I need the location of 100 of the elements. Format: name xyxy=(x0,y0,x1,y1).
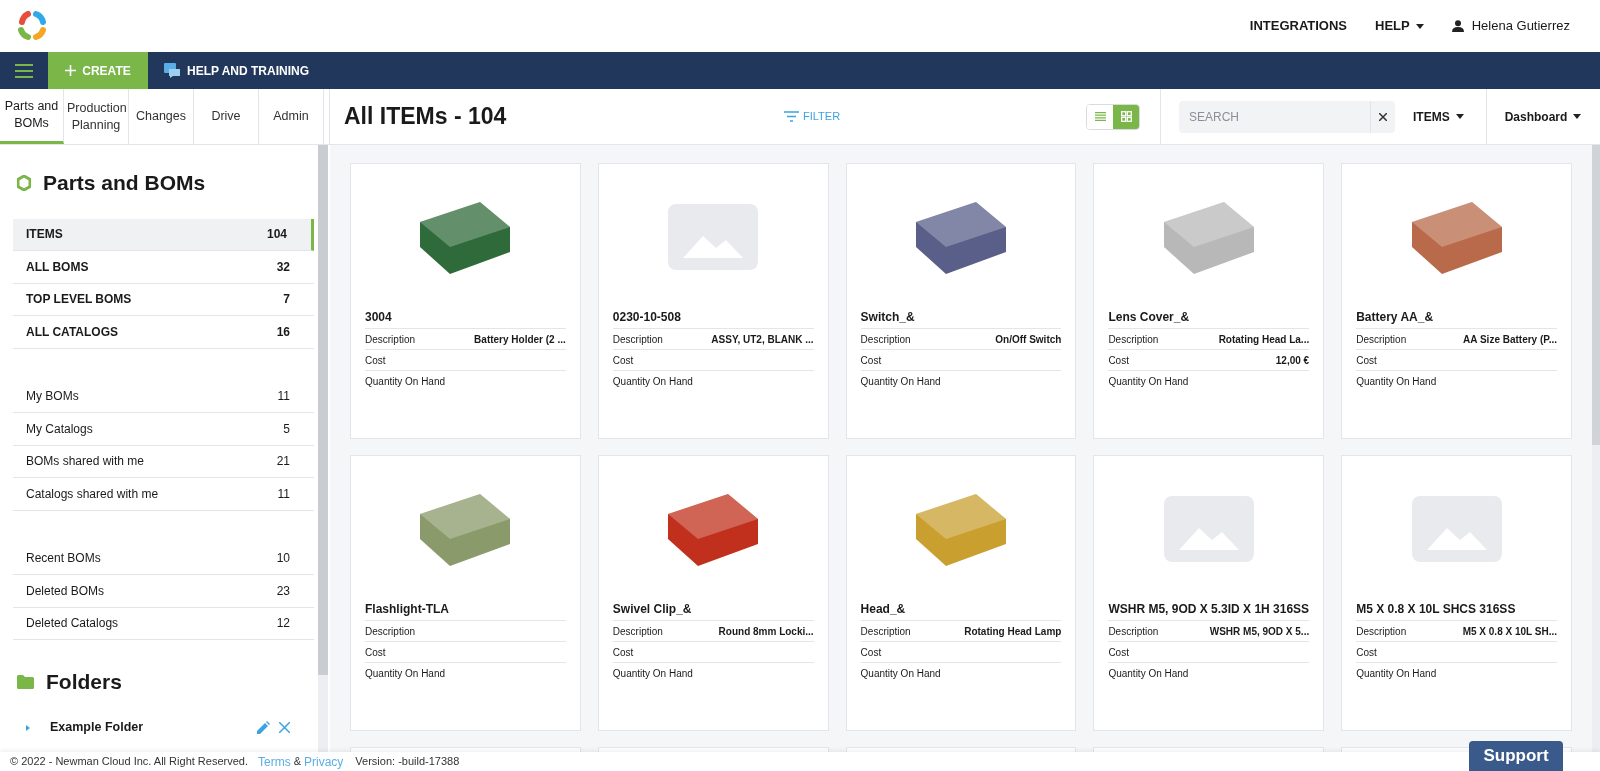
field-label: Cost xyxy=(612,645,634,660)
card-title: Flashlight-TLA xyxy=(365,601,450,618)
field-label: Cost xyxy=(612,353,634,368)
field-value: Rotating Head La... xyxy=(1218,332,1310,347)
field-label: Quantity On Hand xyxy=(1108,666,1189,681)
field-label: Cost xyxy=(1356,645,1377,660)
field-label: Quantity On Hand xyxy=(1356,374,1437,389)
dashboard-dropdown[interactable]: Dashboard xyxy=(1504,107,1582,126)
menu-icon xyxy=(15,63,33,78)
field-value: Round 8mm Locki... xyxy=(718,624,814,639)
chat-icon xyxy=(164,63,181,78)
caret-right-icon xyxy=(26,724,30,731)
item-card[interactable]: Switch_& Description On/Off Switch Cost Quantity On Hand xyxy=(845,163,1077,439)
help-and-training-button[interactable]: HELP AND TRAINING xyxy=(148,52,325,89)
support-button[interactable]: Support xyxy=(1469,741,1563,771)
field-label: Description xyxy=(365,624,416,639)
field-value: Battery Holder (2 ... xyxy=(474,332,566,347)
field-label: Description xyxy=(1356,332,1407,347)
field-label: Quantity On Hand xyxy=(365,666,446,681)
grid-view-button[interactable] xyxy=(1113,104,1139,129)
user-icon xyxy=(1451,20,1464,32)
sidebar-item[interactable]: ITEMS 104 xyxy=(13,218,314,251)
filter-icon xyxy=(784,111,799,122)
field-label: Quantity On Hand xyxy=(1356,666,1437,681)
field-label: Description xyxy=(860,624,911,639)
field-label: Cost xyxy=(365,353,386,368)
folder-icon xyxy=(17,674,34,689)
item-card[interactable]: Head_& Description Rotating Head Lamp Cost Quantity On Hand xyxy=(845,455,1077,731)
item-card[interactable]: M5 X 0.8 X 10L SHCS 316SS Description M5 X 0.8 X 10L SH... Cost Quantity On Hand xyxy=(1341,455,1572,731)
page-title: All ITEMs - 104 xyxy=(344,102,508,132)
card-title: Swivel Clip_& xyxy=(612,601,693,618)
folders-title: Folders xyxy=(46,669,122,695)
field-value: 12,00 € xyxy=(1275,353,1310,368)
item-card[interactable]: WSHR M5, 9OD X 5.3ID X 1H 316SS Description WSHR M5, 9OD X 5... Cost Quantity On Hand xyxy=(1093,455,1325,731)
field-value: M5 X 0.8 X 10L SH... xyxy=(1462,624,1557,639)
caret-icon xyxy=(1573,114,1582,119)
item-card[interactable]: 3004 Description Battery Holder (2 ... Cost Quantity On Hand xyxy=(350,163,581,439)
clear-button[interactable] xyxy=(1371,100,1395,133)
user-menu[interactable]: Helena Gutierrez xyxy=(1451,16,1570,36)
search-field[interactable]: SEARCH xyxy=(1179,100,1370,133)
field-label: Quantity On Hand xyxy=(860,666,941,681)
scrollbar[interactable] xyxy=(318,145,328,752)
item-card[interactable]: Flashlight-TLA Description Cost Quantity On Hand xyxy=(350,455,581,731)
item-card[interactable]: Battery AA_& Description AA Size Battery (P... Cost Quantity On Hand xyxy=(1341,163,1572,439)
card-title: 0230-10-508 xyxy=(612,309,682,326)
sidebar-title: Parts and BOMs xyxy=(43,170,206,196)
close-icon xyxy=(1379,112,1387,121)
field-label: Cost xyxy=(365,645,386,660)
field-label: Quantity On Hand xyxy=(612,666,693,681)
module-tab[interactable]: Changes xyxy=(129,89,194,144)
caret-icon xyxy=(1415,23,1424,29)
item-card[interactable]: Lens Cover_& Description Rotating Head La... Cost 12,00 € Quantity On Hand xyxy=(1093,163,1325,439)
field-label: Quantity On Hand xyxy=(365,374,446,389)
version-text: Version: -build-17388 xyxy=(355,754,460,770)
grid-icon xyxy=(1120,111,1132,122)
item-card[interactable]: Swivel Clip_& Description Round 8mm Locki... Cost Quantity On Hand xyxy=(597,455,829,731)
help-dropdown[interactable]: HELP xyxy=(1375,16,1424,36)
field-label: Description xyxy=(1108,332,1159,347)
field-value: ASSY, UT2, BLANK ... xyxy=(711,332,814,347)
copyright-text: © 2022 - Newman Cloud Inc. All Right Reserved. xyxy=(10,754,248,770)
hexagon-icon xyxy=(17,174,31,191)
field-label: Quantity On Hand xyxy=(860,374,941,389)
module-tab[interactable]: Drive xyxy=(194,89,259,144)
caret-icon xyxy=(1455,114,1464,119)
ampersand-text: & xyxy=(293,754,301,770)
field-label: Cost xyxy=(1108,645,1129,660)
card-title: WSHR M5, 9OD X 5.3ID X 1H 316SS xyxy=(1108,601,1310,618)
module-tab[interactable]: Parts and BOMs xyxy=(0,89,64,144)
field-value: On/Off Switch xyxy=(995,332,1062,347)
field-label: Cost xyxy=(860,645,882,660)
folder-item[interactable]: Example Folder xyxy=(50,718,257,737)
card-title: M5 X 0.8 X 10L SHCS 316SS xyxy=(1356,601,1517,618)
card-title: Switch_& xyxy=(860,309,916,326)
field-label: Description xyxy=(365,332,416,347)
field-label: Cost xyxy=(1108,353,1129,368)
module-tab[interactable]: Admin xyxy=(259,89,324,144)
scrollbar[interactable] xyxy=(1592,145,1600,752)
close-icon[interactable] xyxy=(279,722,290,733)
field-label: Quantity On Hand xyxy=(1108,374,1189,389)
integrations-link[interactable]: INTEGRATIONS xyxy=(1249,16,1348,36)
items-dropdown[interactable]: ITEMS xyxy=(1413,107,1464,126)
pencil-icon[interactable] xyxy=(257,721,270,734)
card-title: Battery AA_& xyxy=(1356,309,1435,326)
card-title: Head_& xyxy=(860,601,907,618)
field-value: AA Size Battery (P... xyxy=(1463,332,1557,347)
card-title: Lens Cover_& xyxy=(1108,309,1191,326)
field-label: Quantity On Hand xyxy=(612,374,693,389)
field-label: Description xyxy=(1108,624,1159,639)
module-tab[interactable]: Production Planning xyxy=(64,89,129,144)
field-label: Description xyxy=(612,624,663,639)
field-label: Description xyxy=(860,332,911,347)
field-label: Cost xyxy=(860,353,882,368)
list-icon xyxy=(1094,112,1106,121)
field-label: Description xyxy=(612,332,663,347)
plus-icon xyxy=(65,65,77,76)
field-value: Rotating Head Lamp xyxy=(964,624,1062,639)
field-label: Cost xyxy=(1356,353,1377,368)
card-title: 3004 xyxy=(365,309,393,326)
item-card[interactable]: 0230-10-508 Description ASSY, UT2, BLANK ... Cost Quantity On Hand xyxy=(597,163,829,439)
field-value: WSHR M5, 9OD X 5... xyxy=(1209,624,1310,639)
